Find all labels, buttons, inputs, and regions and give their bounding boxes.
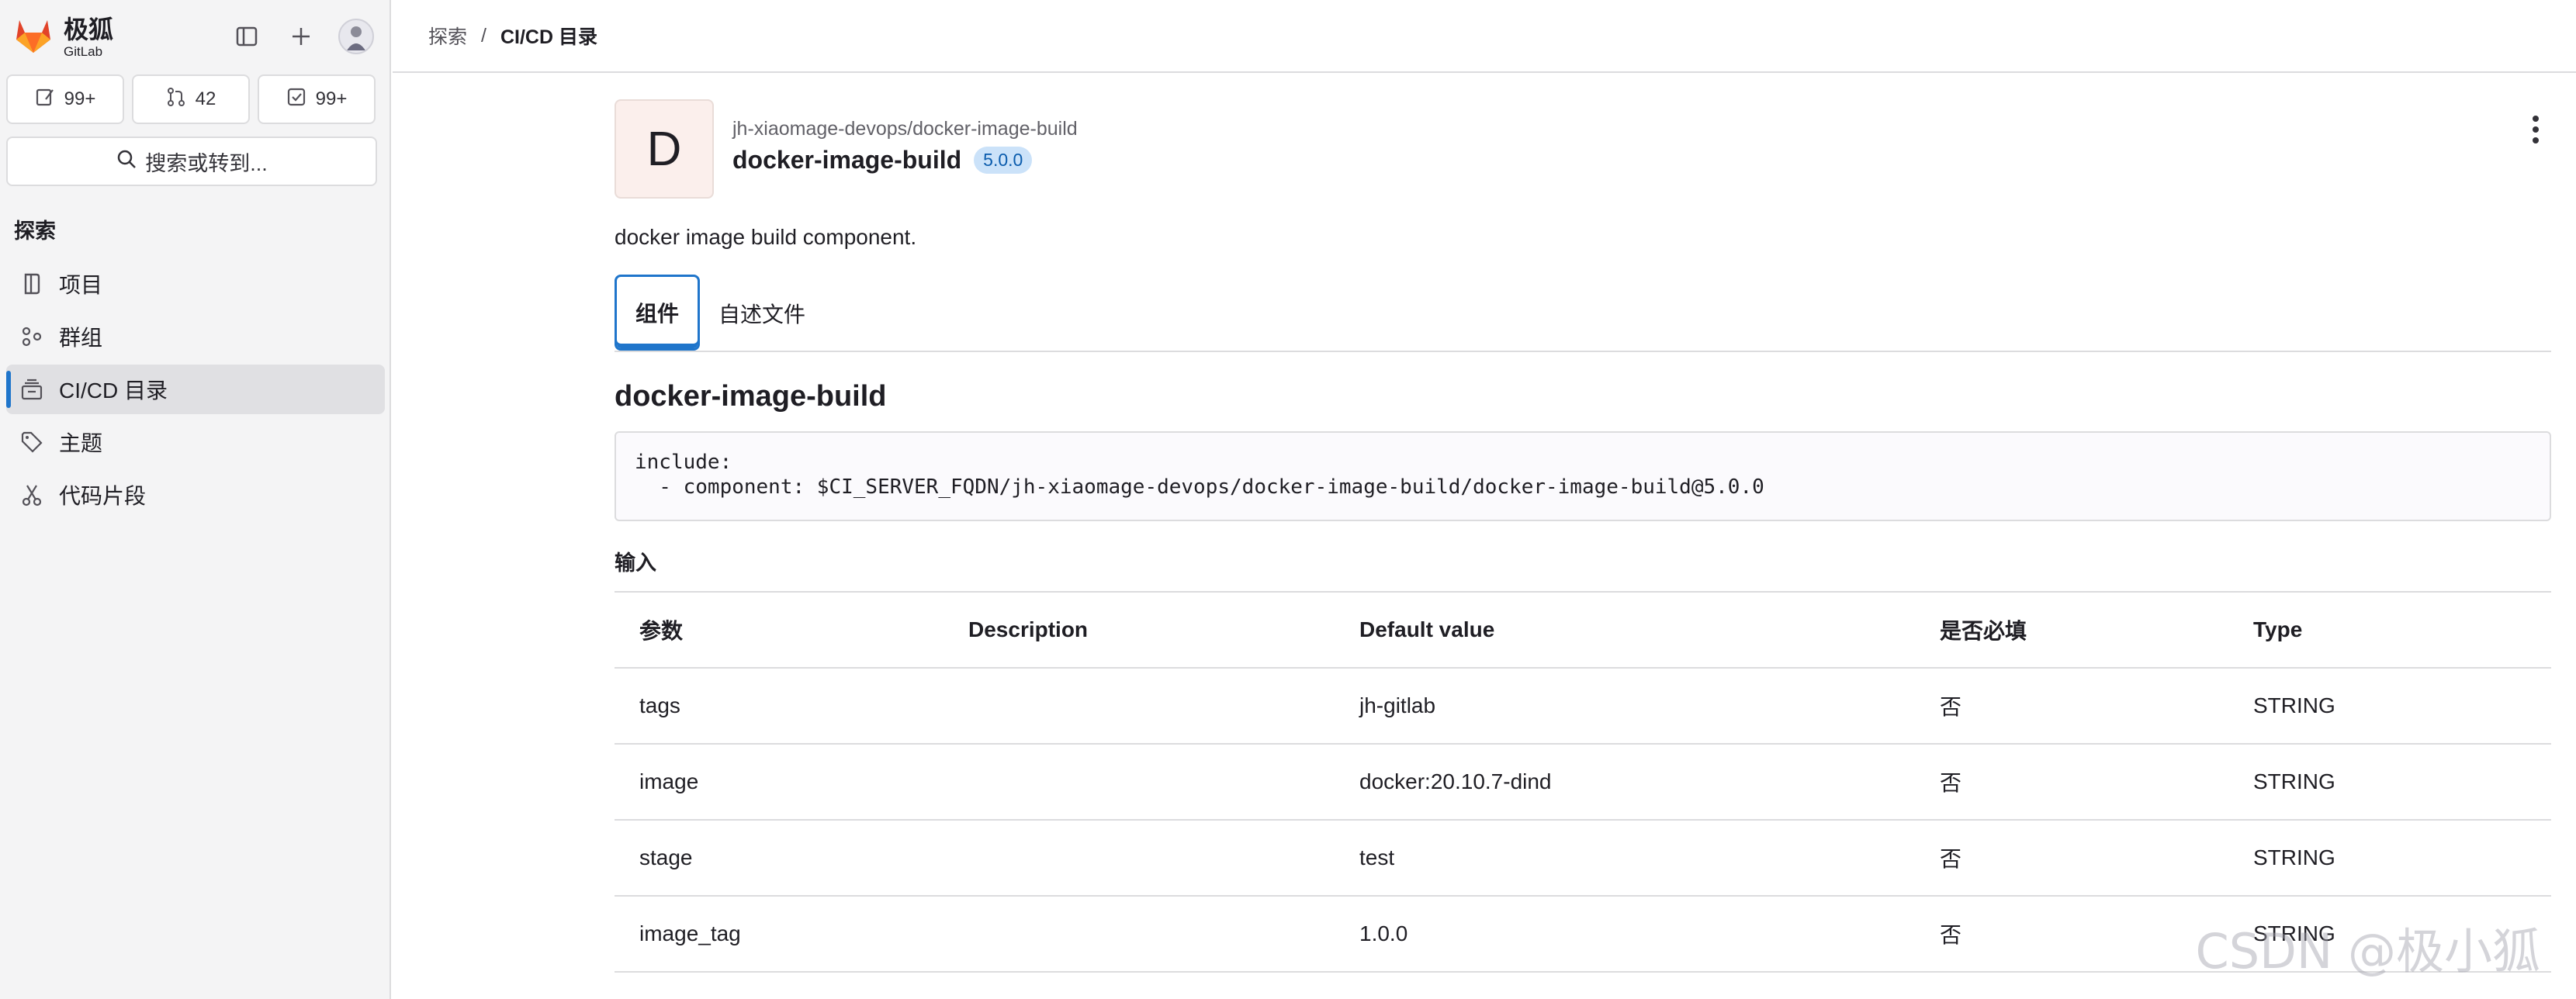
sidebar-item-projects[interactable]: 项目: [6, 259, 385, 309]
merge-requests-counter-button[interactable]: 42: [132, 74, 250, 124]
issues-icon: [35, 87, 55, 112]
todos-count: 99+: [315, 88, 348, 109]
project-icon: [19, 271, 45, 297]
table-cell: STRING: [2253, 845, 2335, 869]
table-cell: stage: [639, 845, 693, 869]
table-header-cell: Default value: [1359, 617, 1495, 641]
snippet-icon: [19, 482, 45, 508]
sidebar-item-snippets[interactable]: 代码片段: [6, 470, 385, 520]
issues-counter-button[interactable]: 99+: [6, 74, 124, 124]
brand-name-cn: 极狐: [64, 16, 114, 43]
breadcrumb-link-explore[interactable]: 探索: [428, 22, 467, 50]
tabs: 组件 自述文件: [615, 275, 2551, 352]
table-cell: STRING: [2253, 693, 2335, 717]
watermark: CSDN @极小狐: [2195, 923, 2540, 980]
table-cell: 否: [1940, 847, 1962, 871]
breadcrumb-current[interactable]: CI/CD 目录: [500, 22, 597, 50]
sidebar-section-title: 探索: [14, 220, 56, 243]
sidebar-item-topics[interactable]: 主题: [6, 417, 385, 467]
sidebar: 极狐 GitLab 99+ 42 99+ 搜索或转到... 探索 项目 群组 C…: [0, 0, 391, 999]
table-cell: docker:20.10.7-dind: [1359, 769, 1552, 793]
table-header-row: 参数 Description Default value 是否必填 Type: [615, 593, 2551, 669]
table-header-cell: Description: [968, 617, 1089, 641]
search-button[interactable]: 搜索或转到...: [6, 137, 377, 186]
sidebar-item-label: 项目: [59, 273, 103, 297]
project-header: D jh-xiaomage-devops/docker-image-build …: [615, 73, 2551, 202]
inputs-heading: 输入: [615, 551, 656, 575]
main-content: D jh-xiaomage-devops/docker-image-build …: [615, 73, 2551, 973]
sidebar-toggle-icon[interactable]: [230, 19, 264, 54]
table-row: stage test 否 STRING: [615, 821, 2551, 897]
project-avatar: D: [615, 99, 714, 199]
project-title[interactable]: docker-image-build: [732, 146, 961, 175]
table-header-cell: 参数: [639, 619, 684, 643]
sidebar-item-cicd-catalog[interactable]: CI/CD 目录: [6, 365, 385, 414]
issues-count: 99+: [64, 88, 96, 109]
breadcrumb: 探索 / CI/CD 目录: [393, 0, 2576, 73]
group-icon: [19, 323, 45, 350]
sidebar-item-label: 主题: [59, 431, 103, 455]
project-path[interactable]: jh-xiaomage-devops/docker-image-build: [732, 118, 1078, 140]
sidebar-nav: 项目 群组 CI/CD 目录 主题 代码片段: [6, 259, 385, 523]
component-title: docker-image-build: [615, 380, 887, 413]
table-row: tags jh-gitlab 否 STRING: [615, 669, 2551, 745]
brand-name-en: GitLab: [64, 44, 103, 59]
brand-logo[interactable]: 极狐 GitLab: [14, 17, 113, 58]
sidebar-item-label: 代码片段: [59, 484, 147, 508]
gitlab-fox-icon: [14, 17, 53, 58]
user-avatar[interactable]: [338, 19, 374, 54]
version-badge: 5.0.0: [974, 147, 1033, 174]
merge-requests-count: 42: [195, 88, 216, 109]
table-cell: 否: [1940, 771, 1962, 795]
table-cell: image: [639, 769, 699, 793]
label-icon: [19, 429, 45, 455]
table-cell: 否: [1940, 695, 1962, 719]
table-header-cell: Type: [2253, 617, 2303, 641]
sidebar-item-label: 群组: [59, 326, 103, 350]
tab-components[interactable]: 组件: [615, 275, 701, 351]
table-cell: image_tag: [639, 921, 741, 945]
tab-readme[interactable]: 自述文件: [700, 276, 824, 351]
todos-counter-button[interactable]: 99+: [258, 74, 376, 124]
catalog-icon: [19, 376, 45, 403]
more-actions-icon[interactable]: [2520, 110, 2551, 149]
plus-icon[interactable]: [284, 19, 318, 54]
table-cell: 1.0.0: [1359, 921, 1408, 945]
sidebar-item-groups[interactable]: 群组: [6, 312, 385, 361]
todo-icon: [286, 87, 306, 112]
table-cell: tags: [639, 693, 680, 717]
table-header-cell: 是否必填: [1940, 619, 2027, 643]
component-usage-code[interactable]: include: - component: $CI_SERVER_FQDN/jh…: [615, 431, 2551, 521]
table-cell: STRING: [2253, 769, 2335, 793]
merge-request-icon: [166, 87, 186, 112]
table-row: image docker:20.10.7-dind 否 STRING: [615, 745, 2551, 821]
sidebar-item-label: CI/CD 目录: [59, 379, 168, 403]
search-label: 搜索或转到...: [145, 151, 268, 175]
search-icon: [116, 148, 137, 175]
table-cell: jh-gitlab: [1359, 693, 1436, 717]
breadcrumb-separator: /: [481, 24, 486, 47]
project-description: docker image build component.: [615, 225, 917, 249]
table-cell: test: [1359, 845, 1395, 869]
